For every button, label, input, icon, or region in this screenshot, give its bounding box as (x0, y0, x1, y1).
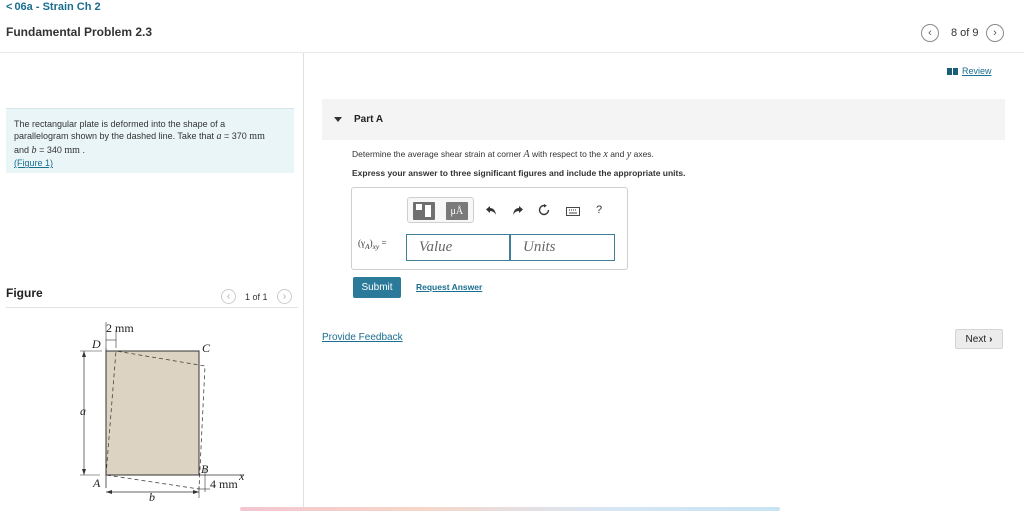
back-link-label: 06a - Strain Ch 2 (14, 1, 101, 13)
review-label: Review (962, 66, 992, 76)
help-button[interactable]: ? (593, 203, 605, 217)
back-to-assignment-link[interactable]: < 06a - Strain Ch 2 (6, 1, 101, 13)
label-2mm: 2 mm (106, 321, 134, 335)
answer-instruction: Express your answer to three significant… (352, 168, 686, 178)
b-variable: b (31, 144, 37, 156)
a-value: = 370 (224, 131, 247, 142)
keyboard-icon (566, 206, 580, 216)
mu-symbol-icon: μÅ (445, 202, 468, 220)
part-a-header[interactable]: Part A (322, 99, 1005, 140)
review-link[interactable]: Review (947, 66, 992, 76)
submit-button[interactable]: Submit (353, 277, 401, 298)
request-answer-link[interactable]: Request Answer (416, 282, 482, 292)
problem-statement: The rectangular plate is deformed into t… (6, 108, 294, 173)
keyboard-button[interactable] (565, 205, 581, 217)
next-button[interactable]: Next › (955, 329, 1003, 349)
units-input[interactable] (510, 234, 615, 261)
help-icon: ? (595, 204, 603, 216)
next-label: Next (965, 333, 987, 345)
figure-link[interactable]: (Figure 1) (14, 158, 53, 168)
reset-button[interactable] (537, 203, 551, 217)
previous-figure-button[interactable]: ‹ (221, 289, 236, 304)
label-4mm: 4 mm (210, 477, 238, 491)
chevron-right-icon: › (993, 27, 997, 39)
part-a-label: Part A (354, 114, 384, 125)
statement-line-1: The rectangular plate is deformed into t… (14, 119, 226, 129)
reset-icon (538, 204, 550, 216)
provide-feedback-link[interactable]: Provide Feedback (322, 332, 403, 343)
label-x-axis: x (238, 469, 245, 483)
problem-pager: 8 of 9 (951, 27, 979, 39)
answer-label: (γA)xy = (358, 238, 387, 251)
chevron-left-icon: ‹ (226, 291, 231, 302)
chevron-left-icon: ‹ (928, 27, 932, 39)
statement-line-2: parallelogram shown by the dashed line. … (14, 131, 265, 143)
label-b-point: B (201, 462, 209, 476)
bottom-gradient-bar (240, 507, 780, 511)
statement-line-3: and b = 340 mm . (14, 144, 85, 156)
redo-icon (512, 205, 523, 215)
figure-pager: 1 of 1 (245, 292, 268, 302)
undo-button[interactable] (484, 203, 498, 217)
next-problem-button[interactable]: › (986, 24, 1004, 42)
fraction-template-icon (413, 202, 436, 220)
chevron-right-icon: › (282, 291, 287, 302)
a-unit: mm (249, 131, 265, 143)
b-value: = 340 (39, 144, 62, 155)
deformed-plate-diagram: 2 mm D C a B x 4 mm A b (80, 321, 245, 504)
chevron-left-icon: < (6, 1, 13, 13)
previous-problem-button[interactable]: ‹ (921, 24, 939, 42)
label-d: D (91, 337, 101, 351)
figure-title: Figure (6, 286, 43, 300)
templates-button[interactable] (408, 198, 441, 224)
column-divider (303, 53, 304, 511)
value-input[interactable] (406, 234, 510, 261)
b-unit: mm (64, 144, 80, 156)
label-b-dimension: b (149, 490, 155, 504)
header-divider (0, 52, 1024, 53)
undo-icon (485, 205, 496, 215)
label-a-dimension: a (80, 404, 86, 418)
book-icon (947, 67, 958, 75)
question-text: Determine the average shear strain at co… (352, 149, 654, 160)
chevron-right-icon: › (989, 333, 993, 345)
label-c: C (202, 341, 211, 355)
next-figure-button[interactable]: › (277, 289, 292, 304)
plate-rectangle (105, 350, 200, 476)
caret-down-icon (334, 117, 342, 122)
units-symbols-button[interactable]: μÅ (441, 198, 474, 224)
a-variable: a (216, 131, 222, 143)
label-a-point: A (92, 476, 101, 490)
templates-toolbar: μÅ (407, 197, 474, 223)
redo-button[interactable] (510, 203, 524, 217)
problem-title: Fundamental Problem 2.3 (6, 25, 153, 39)
